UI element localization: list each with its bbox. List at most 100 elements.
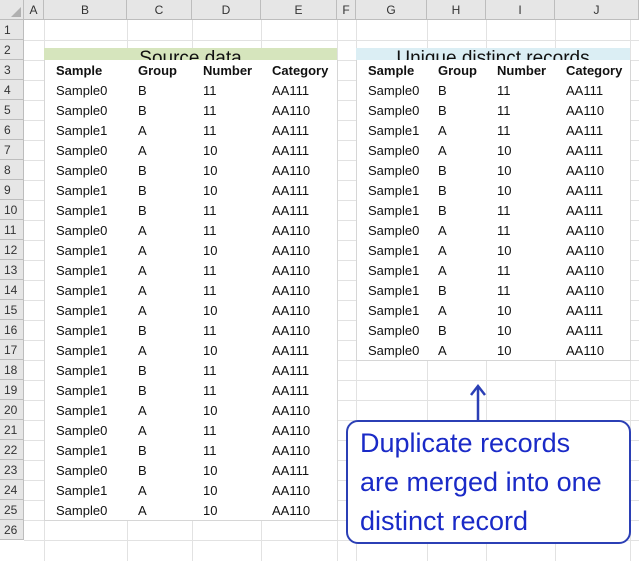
table-cell[interactable]: B [127,460,193,481]
select-all-corner[interactable] [0,0,24,20]
table-cell[interactable]: AA110 [261,400,338,421]
table-cell[interactable]: AA111 [555,140,631,161]
table-cell[interactable]: Sample1 [44,240,128,261]
row-header-16[interactable]: 16 [0,320,24,340]
table-cell[interactable]: Sample0 [44,80,128,101]
table-cell[interactable]: AA110 [261,160,338,181]
table-cell[interactable]: AA110 [555,240,631,261]
table-cell[interactable]: B [427,320,487,341]
table-cell[interactable]: Sample1 [44,300,128,321]
table-header-cell[interactable]: Sample [356,60,428,81]
table-cell[interactable]: 10 [192,480,262,501]
table-cell[interactable]: Sample0 [356,320,428,341]
table-cell[interactable]: Sample1 [44,340,128,361]
row-header-24[interactable]: 24 [0,480,24,500]
table-cell[interactable]: A [127,140,193,161]
table-cell[interactable]: 11 [192,120,262,141]
table-cell[interactable]: A [127,420,193,441]
table-cell[interactable]: AA110 [555,220,631,241]
table-cell[interactable]: A [427,140,487,161]
table-cell[interactable]: AA111 [555,80,631,101]
table-cell[interactable]: A [127,280,193,301]
table-cell[interactable]: AA111 [261,340,338,361]
table-cell[interactable]: Sample0 [44,500,128,521]
table-cell[interactable]: 11 [192,220,262,241]
table-cell[interactable]: B [127,160,193,181]
row-header-17[interactable]: 17 [0,340,24,360]
table-cell[interactable]: 11 [192,380,262,401]
row-header-19[interactable]: 19 [0,380,24,400]
table-cell[interactable]: B [127,380,193,401]
table-cell[interactable]: 10 [486,160,556,181]
table-cell[interactable]: B [127,360,193,381]
table-cell[interactable]: AA111 [261,120,338,141]
column-header-j[interactable]: J [555,0,639,20]
table-cell[interactable]: Sample1 [356,240,428,261]
table-cell[interactable]: A [127,120,193,141]
table-cell[interactable]: AA110 [261,480,338,501]
table-cell[interactable]: 11 [192,260,262,281]
table-cell[interactable]: Sample1 [44,180,128,201]
table-cell[interactable]: 10 [192,180,262,201]
table-header-cell[interactable]: Sample [44,60,128,81]
column-header-c[interactable]: C [127,0,192,20]
table-cell[interactable]: AA110 [261,240,338,261]
table-cell[interactable]: 11 [192,320,262,341]
table-cell[interactable]: AA111 [261,360,338,381]
table-cell[interactable]: Sample1 [356,280,428,301]
row-header-8[interactable]: 8 [0,160,24,180]
spreadsheet[interactable]: ABCDEFGHIJ 1 2 3 4 5 6 7 8 9 10 11 12 13 14 15 16 17 18 19… [0,0,639,561]
table-cell[interactable]: B [427,80,487,101]
table-cell[interactable]: A [427,220,487,241]
table-cell[interactable]: B [127,320,193,341]
table-cell[interactable]: Sample0 [356,140,428,161]
table-cell[interactable]: Sample0 [356,340,428,361]
table-cell[interactable]: 10 [192,500,262,521]
table-cell[interactable]: Sample0 [44,160,128,181]
table-cell[interactable]: 11 [486,280,556,301]
table-cell[interactable]: Sample1 [356,200,428,221]
table-cell[interactable]: B [127,100,193,121]
table-cell[interactable]: AA110 [555,340,631,361]
table-cell[interactable]: 10 [486,320,556,341]
table-cell[interactable]: Sample1 [44,400,128,421]
table-cell[interactable]: 10 [486,340,556,361]
table-cell[interactable]: B [127,80,193,101]
row-header-12[interactable]: 12 [0,240,24,260]
table-cell[interactable]: AA111 [261,140,338,161]
table-cell[interactable]: Sample0 [44,460,128,481]
table-cell[interactable]: A [127,340,193,361]
table-cell[interactable]: Sample0 [356,80,428,101]
table-cell[interactable]: AA110 [261,500,338,521]
table-cell[interactable]: Sample1 [44,280,128,301]
column-header-b[interactable]: B [44,0,127,20]
table-cell[interactable]: A [427,260,487,281]
row-header-3[interactable]: 3 [0,60,24,80]
table-cell[interactable]: A [427,340,487,361]
table-cell[interactable]: Sample1 [44,120,128,141]
table-cell[interactable]: B [127,200,193,221]
table-cell[interactable]: Sample0 [356,100,428,121]
table-cell[interactable]: A [127,400,193,421]
table-cell[interactable]: 10 [192,140,262,161]
row-header-11[interactable]: 11 [0,220,24,240]
table-header-cell[interactable]: Group [127,60,193,81]
table-cell[interactable]: AA110 [555,280,631,301]
table-cell[interactable]: Sample1 [356,180,428,201]
table-cell[interactable]: A [427,240,487,261]
table-cell[interactable]: 11 [192,200,262,221]
row-header-23[interactable]: 23 [0,460,24,480]
column-header-d[interactable]: D [192,0,261,20]
table-cell[interactable]: Sample1 [44,200,128,221]
table-cell[interactable]: 11 [192,100,262,121]
column-header-a[interactable]: A [24,0,44,20]
row-header-7[interactable]: 7 [0,140,24,160]
table-cell[interactable]: B [427,200,487,221]
table-cell[interactable]: A [127,300,193,321]
table-cell[interactable]: 10 [192,460,262,481]
table-cell[interactable]: Sample0 [356,160,428,181]
table-cell[interactable]: 11 [486,100,556,121]
table-cell[interactable]: AA110 [555,100,631,121]
table-cell[interactable]: AA110 [555,160,631,181]
row-header-22[interactable]: 22 [0,440,24,460]
